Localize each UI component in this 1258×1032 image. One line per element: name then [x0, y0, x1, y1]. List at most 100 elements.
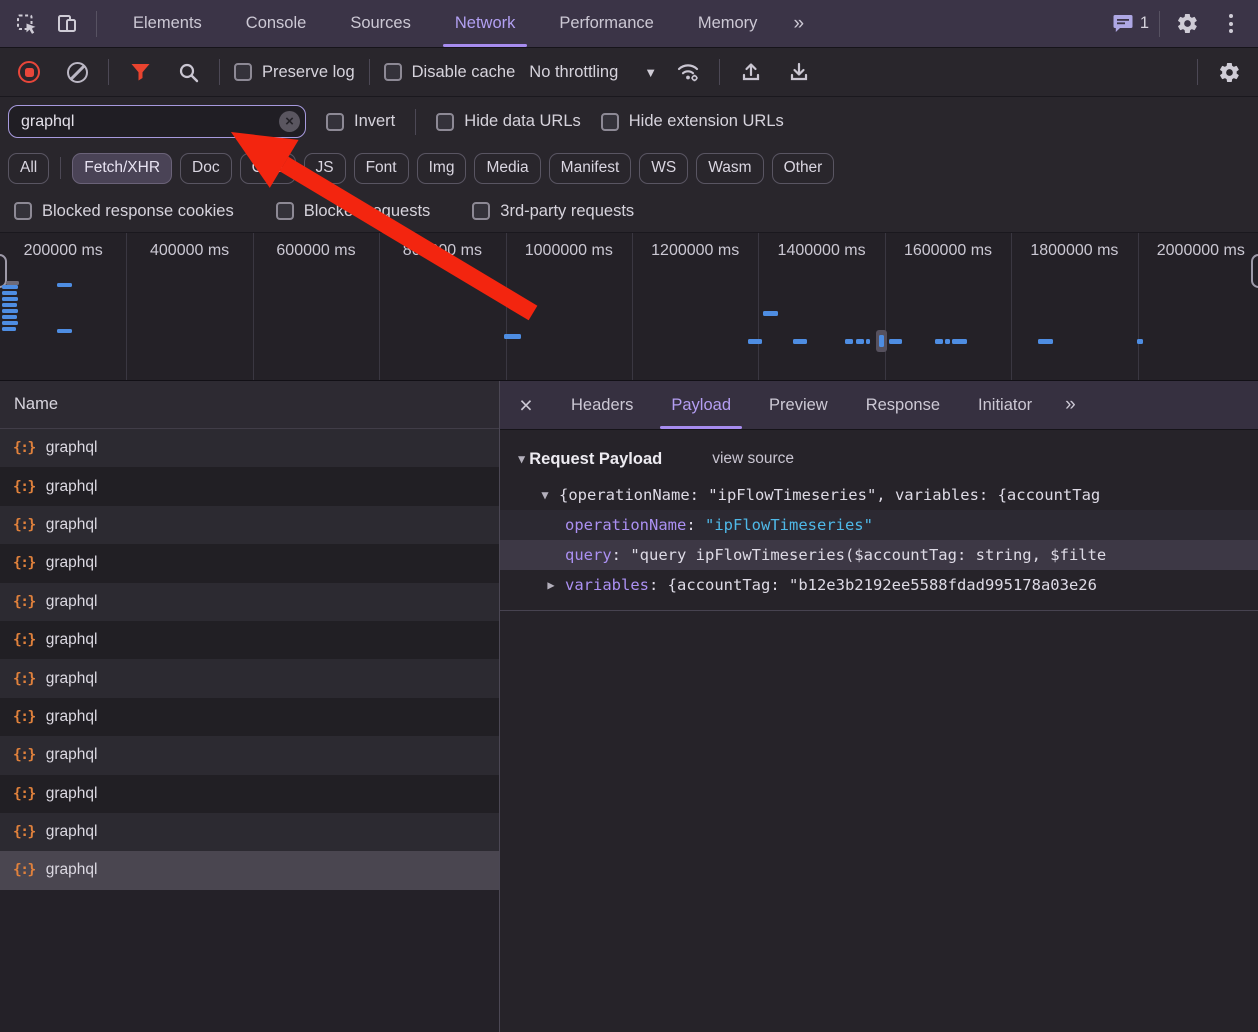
- hide-data-urls-checkbox[interactable]: Hide data URLs: [436, 112, 580, 131]
- inspect-element-icon[interactable]: [10, 7, 44, 41]
- tab-headers[interactable]: Headers: [552, 381, 652, 429]
- expand-triangle-icon: ▼: [537, 488, 553, 502]
- filter-pill-media[interactable]: Media: [474, 153, 540, 184]
- checkbox-label: Disable cache: [412, 63, 516, 82]
- clear-filter-icon[interactable]: ×: [279, 111, 300, 132]
- request-row[interactable]: {:}graphql: [0, 813, 499, 851]
- request-row[interactable]: {:}graphql: [0, 851, 499, 889]
- payload-colon: :: [649, 576, 668, 594]
- request-row[interactable]: {:}graphql: [0, 429, 499, 467]
- tab-preview[interactable]: Preview: [750, 381, 847, 429]
- filter-pill-all[interactable]: All: [8, 153, 49, 184]
- request-payload-section-header[interactable]: ▼ Request Payload view source: [500, 443, 1258, 475]
- payload-row-query[interactable]: query: "query ipFlowTimeseries($accountT…: [500, 540, 1258, 570]
- search-icon[interactable]: [171, 55, 205, 89]
- payload-content: ▼ Request Payload view source ▼ {operati…: [500, 430, 1258, 1032]
- more-detail-tabs-icon[interactable]: »: [1051, 381, 1088, 429]
- waterfall-bar: [2, 327, 16, 331]
- checkbox-box: [326, 113, 344, 131]
- filter-pill-css[interactable]: CSS: [240, 153, 296, 184]
- request-row[interactable]: {:}graphql: [0, 621, 499, 659]
- filter-text-input[interactable]: [8, 105, 306, 138]
- tab-payload[interactable]: Payload: [652, 381, 750, 429]
- request-row[interactable]: {:}graphql: [0, 736, 499, 774]
- clear-network-log-icon[interactable]: [60, 55, 94, 89]
- request-row[interactable]: {:} graphql: [0, 467, 499, 505]
- menu-kebab-icon[interactable]: [1214, 7, 1248, 41]
- request-row[interactable]: {:}graphql: [0, 544, 499, 582]
- xhr-fetch-icon: {:}: [13, 440, 35, 456]
- payload-row-operationname[interactable]: operationName: "ipFlowTimeseries": [500, 510, 1258, 540]
- waterfall-bar: [2, 309, 18, 313]
- request-name: graphql: [46, 554, 98, 572]
- third-party-requests-checkbox[interactable]: 3rd-party requests: [472, 202, 634, 221]
- filter-pill-js[interactable]: JS: [304, 153, 346, 184]
- tab-initiator[interactable]: Initiator: [959, 381, 1051, 429]
- payload-row-variables[interactable]: ▶variables: {accountTag: "b12e3b2192ee55…: [500, 570, 1258, 600]
- more-panels-icon[interactable]: »: [779, 0, 816, 47]
- tab-sources[interactable]: Sources: [328, 0, 433, 47]
- timeline-tick-label: 200000 ms: [0, 242, 126, 264]
- payload-value: "query ipFlowTimeseries($accountTag: str…: [630, 546, 1106, 564]
- waterfall-bar: [748, 339, 762, 344]
- filter-pill-fetch-xhr[interactable]: Fetch/XHR: [72, 153, 172, 184]
- throttling-dropdown[interactable]: No throttling ▼: [529, 63, 657, 82]
- request-name: graphql: [46, 593, 98, 611]
- payload-summary-row[interactable]: ▼ {operationName: "ipFlowTimeseries", va…: [500, 480, 1258, 510]
- settings-gear-icon[interactable]: [1170, 7, 1204, 41]
- tab-console[interactable]: Console: [224, 0, 329, 47]
- resource-type-pills: All Fetch/XHR Doc CSS JS Font ImgMedia Manifest…: [0, 146, 1258, 190]
- invert-checkbox[interactable]: Invert: [326, 112, 395, 131]
- tab-network[interactable]: Network: [433, 0, 538, 47]
- divider: [96, 11, 97, 37]
- tab-elements[interactable]: Elements: [111, 0, 224, 47]
- filter-pill-ws[interactable]: WS: [639, 153, 688, 184]
- request-row[interactable]: {:}graphql: [0, 698, 499, 736]
- filter-pill-img[interactable]: Img: [417, 153, 467, 184]
- request-row[interactable]: {:} graphql: [0, 583, 499, 621]
- xhr-fetch-icon: {:}: [13, 479, 35, 495]
- network-overview-timeline[interactable]: 200000 ms400000 ms600000 ms800000 ms1000…: [0, 233, 1258, 381]
- tab-memory[interactable]: Memory: [676, 0, 780, 47]
- throttling-value: No throttling: [529, 63, 618, 82]
- filter-pill-manifest[interactable]: Manifest: [549, 153, 632, 184]
- divider: [1159, 11, 1160, 37]
- blocked-response-cookies-checkbox[interactable]: Blocked response cookies: [14, 202, 234, 221]
- hide-extension-urls-checkbox[interactable]: Hide extension URLs: [601, 112, 784, 131]
- import-har-icon[interactable]: [734, 55, 768, 89]
- payload-key: variables: [565, 576, 649, 594]
- export-har-icon[interactable]: [782, 55, 816, 89]
- payload-rows: operationName: "ipFlowTimeseries"query: …: [500, 510, 1258, 600]
- filter-funnel-icon[interactable]: [123, 55, 157, 89]
- disable-cache-checkbox[interactable]: Disable cache: [384, 63, 516, 82]
- checkbox-label: Preserve log: [262, 63, 355, 82]
- payload-value: "ipFlowTimeseries": [705, 516, 873, 534]
- preserve-log-checkbox[interactable]: Preserve log: [234, 63, 355, 82]
- xhr-fetch-icon: {:}: [13, 594, 35, 610]
- view-source-link[interactable]: view source: [712, 450, 794, 468]
- tab-response[interactable]: Response: [847, 381, 959, 429]
- filter-pill-doc[interactable]: Doc: [180, 153, 232, 184]
- filter-pill-wasm[interactable]: Wasm: [696, 153, 763, 184]
- filter-pill-font[interactable]: Font: [354, 153, 409, 184]
- divider: [108, 59, 109, 85]
- request-row[interactable]: {:}graphql: [0, 659, 499, 697]
- request-row[interactable]: {:}graphql: [0, 775, 499, 813]
- checkbox-box: [234, 63, 252, 81]
- request-row[interactable]: {:}graphql: [0, 506, 499, 544]
- issues-button[interactable]: 1: [1113, 14, 1149, 33]
- checkbox-label: 3rd-party requests: [500, 202, 634, 221]
- tab-performance[interactable]: Performance: [537, 0, 675, 47]
- close-detail-icon[interactable]: ×: [500, 381, 552, 429]
- network-conditions-icon[interactable]: [671, 55, 705, 89]
- timeline-tick-label: 800000 ms: [379, 242, 505, 264]
- network-settings-gear-icon[interactable]: [1212, 55, 1246, 89]
- filter-input-wrap: ×: [8, 105, 306, 138]
- name-column-header[interactable]: Name: [0, 381, 499, 429]
- device-toolbar-icon[interactable]: [50, 7, 84, 41]
- blocked-requests-checkbox[interactable]: Blocked requests: [276, 202, 431, 221]
- record-network-log-icon[interactable]: [12, 55, 46, 89]
- filter-pill-other[interactable]: Other: [772, 153, 835, 184]
- request-name: graphql: [46, 478, 98, 496]
- payload-key: query: [565, 546, 612, 564]
